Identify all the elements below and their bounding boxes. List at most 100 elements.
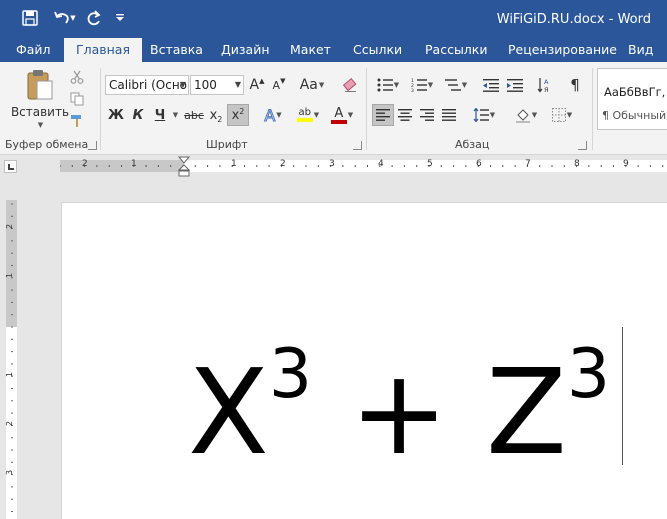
vertical-ruler[interactable]: 2 1 1 2 3 <box>5 200 17 519</box>
tab-insert[interactable]: Вставка <box>150 38 203 62</box>
tab-selector-icon[interactable] <box>4 160 17 173</box>
justify-icon[interactable] <box>438 104 460 126</box>
ruler-label: 9 <box>623 159 629 169</box>
tab-view[interactable]: Вид <box>628 38 653 62</box>
clipboard-group-label: Буфер обмена <box>5 138 89 151</box>
align-center-icon[interactable] <box>394 104 416 126</box>
vruler-label: 1 <box>5 371 15 378</box>
text-effects-button[interactable]: A ▼ <box>258 104 288 126</box>
ruler-label: 8 <box>574 159 580 169</box>
vruler-label: 2 <box>5 223 15 230</box>
paste-button[interactable]: Вставить <box>10 104 70 120</box>
underline-dropdown-icon[interactable]: ▼ <box>170 104 180 126</box>
base-z: Z <box>486 343 567 481</box>
grow-font-button[interactable]: A ▲ <box>248 74 266 96</box>
style-name: ¶ Обычный <box>602 109 667 122</box>
title-bar: ▼ WiFiGiD.RU.docx - Word <box>0 0 667 38</box>
tab-home[interactable]: Главная <box>64 38 142 62</box>
group-separator <box>592 68 593 150</box>
decrease-indent-icon[interactable] <box>480 74 502 96</box>
subscript-button[interactable]: x2 <box>206 104 226 126</box>
highlight-button[interactable]: ab ▼ <box>292 104 324 126</box>
superscript-button[interactable]: x2 <box>227 104 249 126</box>
strikethrough-button[interactable]: abc <box>183 104 205 126</box>
text-cursor <box>622 327 623 465</box>
shading-icon <box>515 109 530 123</box>
underline-button[interactable]: Ч <box>150 104 170 126</box>
tab-design[interactable]: Дизайн <box>221 38 270 62</box>
vruler-label: 3 <box>5 469 15 476</box>
font-color-icon: A <box>330 107 347 124</box>
italic-button[interactable]: К <box>128 104 148 126</box>
word-window: ▼ WiFiGiD.RU.docx - Word Файл Главная Вс… <box>0 0 667 519</box>
style-sample: АаБбВвГг, <box>604 85 666 99</box>
font-size-combo[interactable]: 100 ▼ <box>190 75 244 95</box>
format-painter-icon[interactable] <box>68 112 86 130</box>
svg-text:А: А <box>544 78 549 86</box>
tab-review[interactable]: Рецензирование <box>508 38 617 62</box>
font-color-swatch <box>330 119 347 124</box>
clear-formatting-icon[interactable] <box>338 74 362 96</box>
ruler-label: 6 <box>476 159 482 169</box>
indent-marker-icon[interactable] <box>178 156 190 178</box>
increase-indent-icon[interactable] <box>504 74 526 96</box>
multilevel-list-button[interactable]: ▼ <box>440 74 472 96</box>
font-color-button[interactable]: A ▼ <box>326 104 358 126</box>
paragraph-launcher-icon[interactable] <box>578 141 587 150</box>
tab-mailings[interactable]: Рассылки <box>425 38 487 62</box>
cut-icon[interactable] <box>68 68 86 86</box>
undo-dropdown-icon[interactable]: ▼ <box>68 6 78 30</box>
vruler-label: 1 <box>5 272 15 279</box>
style-normal-tile[interactable]: АаБбВвГг, ¶ Обычный <box>597 68 667 130</box>
ruler-label: 1 <box>231 159 237 169</box>
font-name-dropdown-icon[interactable]: ▼ <box>180 76 186 94</box>
sort-icon[interactable]: АЯ <box>534 74 556 96</box>
group-separator <box>100 68 101 150</box>
show-marks-button[interactable]: ¶ <box>564 74 586 96</box>
align-right-icon[interactable] <box>416 104 438 126</box>
bullets-button[interactable]: ▼ <box>372 74 404 96</box>
tab-references[interactable]: Ссылки <box>353 38 402 62</box>
line-spacing-button[interactable]: ▼ <box>468 104 500 126</box>
plus-operator: + <box>349 343 449 481</box>
ribbon-tabs: Файл Главная Вставка Дизайн Макет Ссылки… <box>0 38 667 62</box>
clipboard-launcher-icon[interactable] <box>88 141 97 150</box>
font-size-value: 100 <box>194 78 217 92</box>
base-x: X <box>188 343 269 481</box>
bullets-icon <box>377 78 393 92</box>
shading-button[interactable]: ▼ <box>510 104 542 126</box>
copy-icon[interactable] <box>68 90 86 108</box>
ruler-label: 7 <box>525 159 531 169</box>
paste-icon[interactable] <box>22 68 58 102</box>
paste-dropdown-icon[interactable]: ▼ <box>34 120 46 130</box>
borders-button[interactable]: ▼ <box>546 104 578 126</box>
redo-icon[interactable] <box>82 6 106 30</box>
font-launcher-icon[interactable] <box>353 141 362 150</box>
highlight-color-swatch <box>296 118 313 122</box>
shrink-font-button[interactable]: A ▼ <box>270 74 288 96</box>
exponent-z: 3 <box>566 335 611 414</box>
ruler-label: 5 <box>427 159 433 169</box>
ruler-label: 2 <box>82 159 88 169</box>
document-title: WiFiGiD.RU.docx - Word <box>496 12 651 27</box>
bold-button[interactable]: Ж <box>106 104 126 126</box>
multilevel-list-icon <box>444 79 461 91</box>
svg-text:Я: Я <box>544 86 549 93</box>
font-name-combo[interactable]: Calibri (Осно ▼ <box>105 75 189 95</box>
customize-qat-icon[interactable] <box>112 6 128 30</box>
ruler-label: 1 <box>131 159 137 169</box>
highlight-icon: ab <box>296 108 313 122</box>
document-page[interactable]: X3 + Z3 <box>61 202 667 519</box>
numbering-button[interactable]: 1 2 3 ▼ <box>406 74 438 96</box>
align-left-icon[interactable] <box>372 104 394 126</box>
document-text-formula[interactable]: X3 + Z3 <box>188 341 610 472</box>
horizontal-ruler[interactable]: 2 1 1 2 3 4 5 6 7 8 9 <box>0 155 667 177</box>
ruler-label: 2 <box>280 159 286 169</box>
font-size-dropdown-icon[interactable]: ▼ <box>235 76 241 94</box>
tab-file[interactable]: Файл <box>16 38 51 62</box>
save-icon[interactable] <box>18 6 42 30</box>
numbering-icon: 123 <box>411 78 427 92</box>
group-separator <box>366 68 367 150</box>
tab-layout[interactable]: Макет <box>290 38 331 62</box>
change-case-button[interactable]: Aa ▼ <box>296 74 328 96</box>
